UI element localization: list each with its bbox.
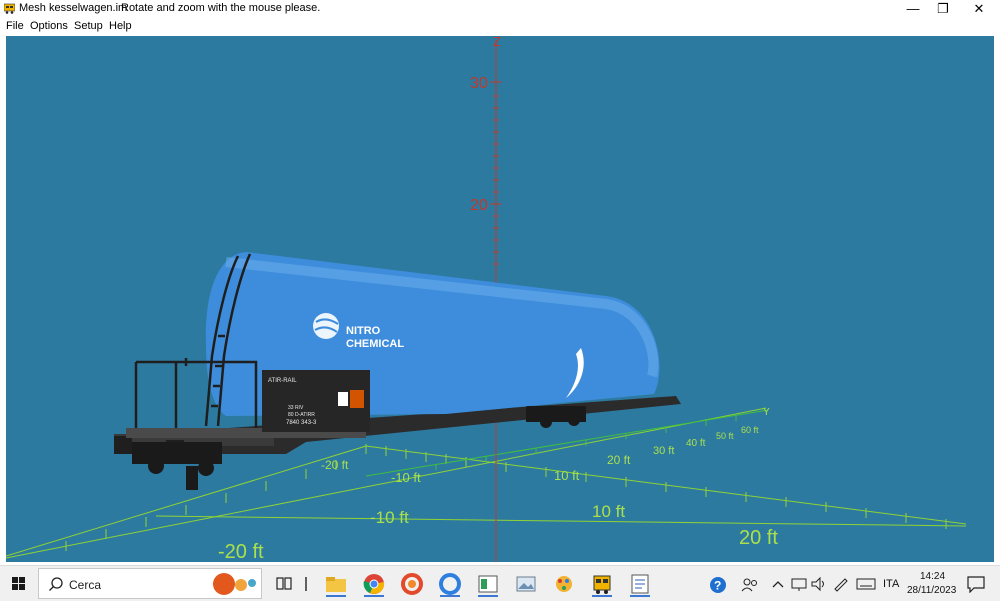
y-label-20: 20 ft: [607, 453, 631, 467]
x-label-10: 10 ft: [592, 502, 625, 521]
3d-viewport[interactable]: Z 30 20 NITRO CHEMICAL ATIR-RAIL 33 RIV …: [6, 36, 994, 562]
y-label-40: 40 ft: [686, 438, 706, 449]
search-icon: [49, 577, 63, 591]
search-highlight-icon: [213, 573, 256, 595]
help-icon[interactable]: ?: [708, 575, 728, 595]
pen-icon[interactable]: [832, 576, 850, 592]
restore-button[interactable]: ❐: [926, 0, 960, 18]
svg-text:NITRO: NITRO: [346, 325, 381, 337]
language-indicator[interactable]: ITA: [883, 578, 899, 590]
svg-text:CHEMICAL: CHEMICAL: [346, 338, 404, 350]
menu-file[interactable]: File: [6, 20, 24, 32]
y-label-50: 50 ft: [716, 431, 734, 441]
app-photos-icon[interactable]: [510, 569, 542, 599]
menu-help[interactable]: Help: [109, 20, 132, 32]
app-green-window-icon[interactable]: [472, 569, 504, 599]
chevron-up-icon[interactable]: [770, 576, 786, 592]
menu-bar: File Options Setup Help: [0, 18, 1000, 35]
network-icon[interactable]: [790, 576, 808, 592]
z-tick-30: 30: [470, 75, 488, 92]
svg-text:?: ?: [714, 579, 721, 593]
scene-svg[interactable]: Z 30 20 NITRO CHEMICAL ATIR-RAIL 33 RIV …: [6, 36, 994, 562]
app-red-swirl-icon[interactable]: [396, 569, 428, 599]
taskbar-search[interactable]: Cerca: [38, 568, 262, 599]
y-label-minus-10: -10 ft: [391, 470, 421, 485]
app-blue-circle-icon[interactable]: [434, 569, 466, 599]
windows-start-icon[interactable]: [0, 566, 38, 601]
wagon-placard: ATIR-RAIL 33 RIV 80 D-ATIRR 7840 343-3: [262, 370, 370, 432]
x-label-minus-20: -20 ft: [218, 541, 264, 562]
title-bar: Mesh kesselwagen.im Rotate and zoom with…: [0, 0, 1000, 18]
z-tick-20: 20: [470, 197, 488, 214]
app-paint-icon[interactable]: [548, 569, 580, 599]
search-placeholder: Cerca: [69, 578, 102, 592]
svg-text:80 D-ATIRR: 80 D-ATIRR: [288, 412, 315, 418]
taskbar: Cerca ? ITA 14:24 28/11/2023: [0, 565, 1000, 601]
app-train-icon[interactable]: [586, 569, 618, 599]
people-icon[interactable]: [740, 575, 760, 595]
svg-text:7840 343-3: 7840 343-3: [286, 420, 317, 426]
clock-time[interactable]: 14:24: [920, 571, 945, 582]
app-document-icon[interactable]: [624, 569, 656, 599]
y-label-60: 60 ft: [741, 425, 759, 435]
y-label-minus-20: -20 ft: [321, 458, 349, 472]
tank-wagon-model[interactable]: NITRO CHEMICAL ATIR-RAIL 33 RIV 80 D-ATI…: [114, 252, 681, 490]
svg-text:33 RIV: 33 RIV: [288, 405, 304, 411]
volume-icon[interactable]: [810, 576, 828, 592]
menu-options[interactable]: Options: [30, 20, 68, 32]
keyboard-icon[interactable]: [856, 576, 876, 592]
chrome-icon[interactable]: [358, 569, 390, 599]
x-label-20: 20 ft: [739, 527, 778, 549]
svg-text:ATIR-RAIL: ATIR-RAIL: [268, 378, 297, 384]
window-title: Mesh kesselwagen.im: [19, 2, 128, 14]
minimize-button[interactable]: —: [896, 0, 930, 18]
notification-icon[interactable]: [966, 575, 986, 593]
menu-setup[interactable]: Setup: [74, 20, 103, 32]
x-label-minus-10: -10 ft: [370, 508, 409, 527]
app-train-icon: [4, 3, 15, 14]
close-button[interactable]: ✕: [962, 0, 996, 18]
y-label-10: 10 ft: [554, 468, 580, 483]
z-axis-label: Z: [493, 36, 501, 49]
window-hint: Rotate and zoom with the mouse please.: [121, 2, 321, 14]
file-explorer-icon[interactable]: [320, 569, 352, 599]
y-label-30: 30 ft: [653, 445, 674, 457]
clock-date[interactable]: 28/11/2023: [907, 585, 956, 596]
y-axis-label: Y: [763, 407, 770, 418]
